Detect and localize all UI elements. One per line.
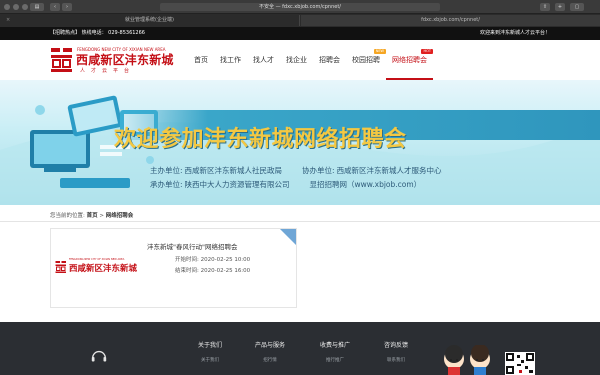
job-fair-end-time: 结束时间: 2020-02-25 16:00 bbox=[175, 268, 251, 274]
welcome-text: 欢迎来到沣东新城人才云平台！ bbox=[479, 30, 550, 36]
tab-cpnnet[interactable]: fdxc.xbjob.com/cpnnet/ bbox=[301, 15, 600, 26]
breadcrumb-current: 网络招聘会 bbox=[105, 213, 134, 219]
logo-emblem-icon bbox=[51, 48, 72, 72]
nav-find-talent[interactable]: 找人才 bbox=[247, 40, 280, 80]
back-button[interactable]: ‹ bbox=[50, 3, 60, 11]
share-icon[interactable]: ⇪ bbox=[540, 3, 550, 11]
hero-banner: 欢迎参加沣东新城网络招聘会 主办单位: 西咸新区沣东新城人社民政局 协办单位: 西咸新… bbox=[0, 80, 600, 205]
card-logo: FENGDONG NEW CITY OF XIXIAN NEW AREA 西咸新… bbox=[55, 257, 143, 277]
banner-organizers-line: 主办单位: 西咸新区沣东新城人社民政局 协办单位: 西咸新区沣东新城人才服务中心 bbox=[150, 166, 442, 175]
close-tab-icon[interactable]: × bbox=[6, 15, 10, 26]
browser-toolbar: ▤ ‹ › 不安全 — fdxc.xbjob.com/cpnnet/ ⇪ + ▢ bbox=[0, 0, 600, 14]
footer-col-feedback: 咨询反馈 联系我们 bbox=[366, 340, 426, 363]
nav-online-job-fair[interactable]: 网络招聘会 HOT bbox=[386, 40, 433, 80]
breadcrumb: 您当前的位置: 首页 > 网络招聘会 bbox=[50, 213, 134, 219]
headset-icon bbox=[91, 350, 107, 362]
breadcrumb-home-link[interactable]: 首页 bbox=[87, 213, 98, 219]
nav-home[interactable]: 首页 bbox=[188, 40, 214, 80]
nav-find-company[interactable]: 找企业 bbox=[280, 40, 313, 80]
nav-job-fair[interactable]: 招聘会 bbox=[313, 40, 346, 80]
nav-campus-recruitment[interactable]: 校园招聘 NEW bbox=[346, 40, 386, 80]
new-badge: NEW bbox=[373, 49, 386, 54]
banner-undertaker-line: 承办单位: 陕西中大人力资源管理有限公司 显招招聘网（www.xbjob.com） bbox=[150, 180, 422, 189]
mascot-icon bbox=[444, 345, 490, 375]
new-tab-button[interactable]: + bbox=[555, 3, 565, 11]
footer-link[interactable]: 招行情 bbox=[240, 357, 300, 363]
hotline-text: 【招聘热点】 热线电话： 029-85361266 bbox=[50, 30, 145, 36]
tab-employer-system[interactable]: × 就业管理系统(企业端) bbox=[0, 15, 300, 26]
nav-find-job[interactable]: 找工作 bbox=[214, 40, 247, 80]
main-nav: 首页 找工作 找人才 找企业 招聘会 校园招聘 NEW 网络招聘会 HOT bbox=[188, 40, 433, 80]
forward-button[interactable]: › bbox=[62, 3, 72, 11]
job-fair-title[interactable]: 沣东新城"春风行动"网络招聘会 bbox=[147, 241, 237, 251]
window-controls[interactable] bbox=[4, 4, 28, 10]
footer-link[interactable]: 关于我们 bbox=[180, 357, 240, 363]
job-fair-card[interactable]: FENGDONG NEW CITY OF XIXIAN NEW AREA 西咸新… bbox=[50, 228, 297, 308]
tab-bar: × 就业管理系统(企业端) fdxc.xbjob.com/cpnnet/ bbox=[0, 14, 600, 27]
logo-emblem-icon bbox=[55, 261, 66, 273]
sidebar-toggle-button[interactable]: ▤ bbox=[30, 3, 44, 11]
hot-badge: HOT bbox=[421, 49, 433, 54]
footer-link[interactable]: 推行推广 bbox=[305, 357, 365, 363]
tabs-overview-icon[interactable]: ▢ bbox=[570, 3, 584, 11]
divider bbox=[0, 221, 600, 222]
footer-col-pricing: 收费与推广 推行推广 bbox=[305, 340, 365, 363]
corner-flag-icon bbox=[280, 229, 296, 245]
site-logo[interactable]: FENGDONG NEW CITY OF XIXIAN NEW AREA 西咸新… bbox=[50, 46, 190, 76]
qr-code-icon bbox=[505, 352, 535, 375]
footer-col-products: 产品与服务 招行情 bbox=[240, 340, 300, 363]
address-bar[interactable]: 不安全 — fdxc.xbjob.com/cpnnet/ bbox=[160, 3, 440, 11]
footer-link[interactable]: 联系我们 bbox=[366, 357, 426, 363]
banner-title: 欢迎参加沣东新城网络招聘会 bbox=[114, 127, 407, 152]
site-topbar: 【招聘热点】 热线电话： 029-85361266 欢迎来到沣东新城人才云平台！ bbox=[0, 27, 600, 40]
job-fair-start-time: 开始时间: 2020-02-25 10:00 bbox=[175, 257, 251, 263]
footer-col-about: 关于我们 关于我们 bbox=[180, 340, 240, 363]
site-header: FENGDONG NEW CITY OF XIXIAN NEW AREA 西咸新… bbox=[0, 40, 600, 80]
